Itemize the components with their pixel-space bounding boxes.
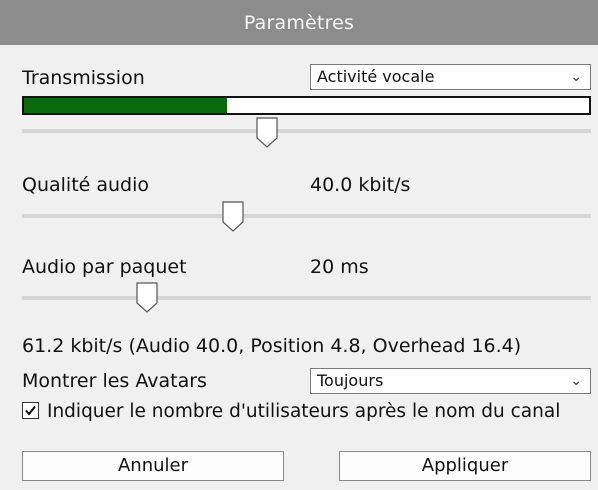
transmission-select[interactable]: Activité vocale ⌄	[310, 64, 591, 90]
packet-slider-thumb[interactable]	[136, 282, 158, 313]
user-count-checkbox[interactable]	[22, 402, 39, 419]
packet-label: Audio par paquet	[22, 256, 187, 278]
quality-track[interactable]	[22, 214, 591, 218]
avatars-select-value: Toujours	[317, 371, 384, 390]
checkmark-icon	[25, 405, 36, 416]
voice-activity-level	[24, 98, 228, 113]
voice-threshold-track[interactable]	[22, 129, 591, 133]
bitrate-summary: 61.2 kbit/s (Audio 40.0, Position 4.8, O…	[22, 335, 522, 357]
chevron-down-icon: ⌄	[570, 69, 582, 85]
voice-activity-meter	[22, 96, 591, 115]
packet-value: 20 ms	[310, 256, 369, 278]
avatars-label: Montrer les Avatars	[22, 370, 207, 392]
window-title-bar: Paramètres	[0, 0, 598, 45]
transmission-label: Transmission	[22, 67, 145, 89]
window-title: Paramètres	[243, 11, 355, 34]
user-count-label: Indiquer le nombre d'utilisateurs après …	[47, 401, 561, 422]
transmission-select-value: Activité vocale	[317, 67, 435, 86]
voice-threshold-slider-thumb[interactable]	[256, 117, 278, 148]
quality-value: 40.0 kbit/s	[310, 174, 411, 196]
quality-label: Qualité audio	[22, 174, 150, 196]
packet-track[interactable]	[22, 296, 591, 300]
cancel-button[interactable]: Annuler	[22, 451, 284, 481]
quality-slider-thumb[interactable]	[221, 201, 244, 232]
apply-button[interactable]: Appliquer	[339, 451, 591, 481]
chevron-down-icon: ⌄	[570, 373, 582, 389]
avatars-select[interactable]: Toujours ⌄	[310, 368, 591, 394]
